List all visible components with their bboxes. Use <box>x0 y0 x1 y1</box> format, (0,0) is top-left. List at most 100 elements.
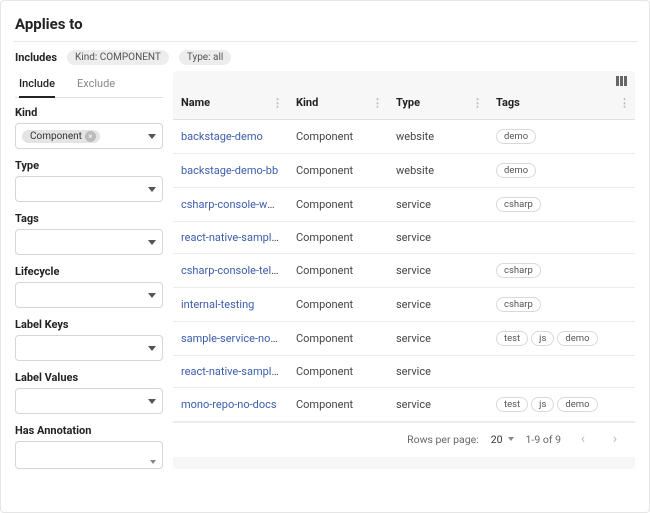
type-select[interactable] <box>15 176 163 202</box>
table-header-row: Name⋮ Kind⋮ Type⋮ Tags⋮ <box>173 86 635 120</box>
chevron-down-icon <box>148 134 156 139</box>
tag-chip[interactable]: csharp <box>496 263 541 278</box>
entity-link[interactable]: react-native-sample-app <box>181 231 288 244</box>
tag-chip[interactable]: test <box>496 331 528 346</box>
cell-type: service <box>388 222 488 254</box>
filter-label-lifecycle: Lifecycle <box>15 265 163 278</box>
cell-type: service <box>388 254 488 288</box>
table-row: sample-service-no-docsComponentservicete… <box>173 322 635 356</box>
kebab-icon[interactable]: ⋮ <box>619 96 629 109</box>
cell-kind: Component <box>288 254 388 288</box>
cell-tags: csharp <box>488 288 635 322</box>
table-pager: Rows per page: 20 1-9 of 9 ‹ › <box>173 422 635 457</box>
chevron-down-icon <box>148 346 156 351</box>
cell-tags: demo <box>488 120 635 154</box>
tag-chip[interactable]: demo <box>557 331 597 346</box>
chevron-down-icon <box>148 187 156 192</box>
chevron-down-icon <box>148 293 156 298</box>
tag-chip[interactable]: demo <box>496 163 536 178</box>
rows-per-page-label: Rows per page: <box>407 433 479 446</box>
kebab-icon[interactable]: ⋮ <box>472 96 482 109</box>
columns-icon[interactable] <box>616 76 627 86</box>
kind-chip[interactable]: Component × <box>22 130 100 143</box>
pager-next-button[interactable]: › <box>605 429 625 449</box>
cell-kind: Component <box>288 154 388 188</box>
include-exclude-tabs: Include Exclude <box>15 71 163 98</box>
divider <box>13 41 637 42</box>
tag-chip[interactable]: js <box>531 397 554 412</box>
filter-summary-row: Includes Kind: COMPONENT Type: all <box>15 50 635 65</box>
tag-chip[interactable]: csharp <box>496 197 541 212</box>
applies-to-panel: Applies to Includes Kind: COMPONENT Type… <box>0 0 650 513</box>
filter-chip-kind: Kind: COMPONENT <box>67 50 169 65</box>
tag-chip[interactable]: demo <box>557 397 597 412</box>
tag-chip[interactable]: csharp <box>496 297 541 312</box>
kind-chip-label: Component <box>30 131 82 142</box>
entity-link[interactable]: backstage-demo <box>181 130 263 143</box>
tag-chip[interactable]: js <box>531 331 554 346</box>
entity-link[interactable]: react-native-sample-app… <box>181 365 288 378</box>
cell-type: service <box>388 356 488 388</box>
entity-link[interactable]: mono-repo-no-docs <box>181 398 277 411</box>
filter-label-label-values: Label Values <box>15 371 163 384</box>
results-panel: Name⋮ Kind⋮ Type⋮ Tags⋮ backstage-demo Co… <box>173 71 635 469</box>
table-row: csharp-console-webapic…Componentservicec… <box>173 188 635 222</box>
chevron-down-icon <box>150 460 156 464</box>
includes-label: Includes <box>15 51 57 64</box>
table-row: react-native-sample-appComponentservice <box>173 222 635 254</box>
entity-link[interactable]: internal-testing <box>181 298 254 311</box>
col-name[interactable]: Name⋮ <box>173 86 288 120</box>
filters-sidebar: Include Exclude Kind Component × Type Ta… <box>15 71 163 469</box>
col-tags[interactable]: Tags⋮ <box>488 86 635 120</box>
lifecycle-select[interactable] <box>15 282 163 308</box>
entity-link[interactable]: csharp-console-telepro… <box>181 264 288 277</box>
cell-tags: demo <box>488 154 635 188</box>
has-annotation-select[interactable] <box>15 441 163 469</box>
page-title: Applies to <box>15 15 635 33</box>
chevron-down-icon <box>508 437 514 441</box>
kind-select[interactable]: Component × <box>15 123 163 149</box>
cell-type: website <box>388 120 488 154</box>
filter-label-kind: Kind <box>15 106 163 119</box>
label-keys-select[interactable] <box>15 335 163 361</box>
kebab-icon[interactable]: ⋮ <box>372 96 382 109</box>
col-kind[interactable]: Kind⋮ <box>288 86 388 120</box>
table-row: mono-repo-no-docsComponentservicetestjsd… <box>173 388 635 422</box>
table-toolbar <box>173 71 635 86</box>
tags-select[interactable] <box>15 229 163 255</box>
tag-chip[interactable]: test <box>496 397 528 412</box>
filter-chip-type: Type: all <box>179 50 231 65</box>
label-values-select[interactable] <box>15 388 163 414</box>
col-type[interactable]: Type⋮ <box>388 86 488 120</box>
tab-exclude[interactable]: Exclude <box>77 71 115 97</box>
cell-tags: testjsdemo <box>488 388 635 422</box>
cell-tags <box>488 356 635 388</box>
results-table: Name⋮ Kind⋮ Type⋮ Tags⋮ backstage-demo Co… <box>173 86 635 422</box>
table-row: csharp-console-telepro…Componentservice c… <box>173 254 635 288</box>
table-row: backstage-demo-bbComponentwebsitedemo <box>173 154 635 188</box>
table-row: backstage-demo Componentwebsite demo <box>173 120 635 154</box>
pager-prev-button[interactable]: ‹ <box>573 429 593 449</box>
cell-kind: Component <box>288 222 388 254</box>
table-row: internal-testing Componentservice csharp <box>173 288 635 322</box>
filter-label-label-keys: Label Keys <box>15 318 163 331</box>
cell-type: service <box>388 288 488 322</box>
rows-per-page-select[interactable]: 20 <box>491 433 514 446</box>
entity-link[interactable]: csharp-console-webapic… <box>181 198 288 211</box>
cell-type: service <box>388 188 488 222</box>
filter-label-has-annotation: Has Annotation <box>15 424 163 437</box>
cell-tags <box>488 222 635 254</box>
cell-kind: Component <box>288 120 388 154</box>
filter-label-tags: Tags <box>15 212 163 225</box>
kebab-icon[interactable]: ⋮ <box>272 96 282 109</box>
entity-link[interactable]: sample-service-no-docs <box>181 332 288 345</box>
entity-link[interactable]: backstage-demo-bb <box>181 164 278 177</box>
tag-chip[interactable]: demo <box>496 129 536 144</box>
cell-kind: Component <box>288 288 388 322</box>
cell-tags: testjsdemo <box>488 322 635 356</box>
tab-include[interactable]: Include <box>19 71 55 98</box>
chevron-down-icon <box>148 240 156 245</box>
table-row: react-native-sample-app…Componentservice <box>173 356 635 388</box>
cell-type: service <box>388 322 488 356</box>
close-icon[interactable]: × <box>85 131 96 142</box>
